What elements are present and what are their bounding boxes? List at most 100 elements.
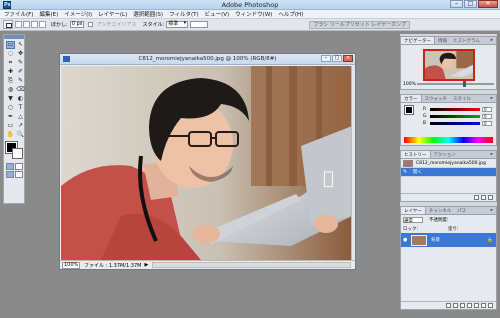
eraser-tool-icon[interactable]: ◍ [6,86,15,94]
menu-edit[interactable]: 編集(E) [39,10,58,18]
layer-background[interactable]: ● 背景 🔒 [401,233,496,247]
tab-channels[interactable]: チャンネル [426,207,454,214]
healing-brush-tool-icon[interactable]: ✚ [6,68,15,76]
lasso-tool-icon[interactable]: ◌ [6,50,15,58]
background-color-swatch[interactable] [12,148,23,159]
green-slider[interactable] [430,115,480,118]
history-state-open[interactable]: ✎ 開く [401,168,496,177]
tab-swatches[interactable]: スウォッチ [422,95,451,102]
blend-mode-select[interactable]: 通常 [403,216,423,224]
menu-help[interactable]: ヘルプ(H) [278,10,303,18]
status-menu-arrow-icon[interactable]: ▶ [144,262,148,268]
hand-tool-icon[interactable]: ✋ [6,131,15,139]
palette-well[interactable]: ブラシ ツールプリセット レイヤーカンプ [309,21,410,29]
menu-view[interactable]: ビュー(V) [205,10,230,18]
document-vertical-scrollbar[interactable] [351,66,355,260]
color-menu-icon[interactable]: ▸ [488,95,496,102]
dodge-tool-icon[interactable]: ◐ [16,95,25,103]
green-value-field[interactable]: 0 [482,114,492,119]
history-new-document-icon[interactable] [474,195,479,200]
subtract-selection-button[interactable] [31,21,38,28]
navigator-zoom-knob[interactable] [463,81,467,87]
history-brush-source-icon[interactable]: ✎ [403,169,407,175]
menu-filter[interactable]: フィルタ(T) [169,10,199,18]
layers-menu-icon[interactable]: ▸ [488,207,496,214]
tab-paths[interactable]: パス [454,207,469,214]
history-menu-icon[interactable]: ▸ [488,151,496,158]
history-delete-icon[interactable] [488,195,493,200]
zoom-level-field[interactable]: 100% [62,261,80,269]
marquee-tool-icon[interactable]: ▭ [6,41,15,49]
navigator-thumbnail[interactable] [423,49,475,81]
clone-stamp-tool-icon[interactable]: ⎘ [6,77,15,85]
color-panel-foreground-swatch[interactable] [404,105,414,115]
add-selection-button[interactable] [23,21,30,28]
red-slider[interactable] [430,108,480,111]
standard-mode-button[interactable] [6,163,14,170]
path-selection-tool-icon[interactable]: ○ [6,104,15,112]
blue-slider[interactable] [430,122,480,125]
menu-image[interactable]: イメージ(I) [64,10,92,18]
minimize-button[interactable]: – [450,0,463,8]
slice-tool-icon[interactable]: ✎ [16,59,25,67]
tab-actions[interactable]: アクション [431,151,459,158]
layer-mask-icon[interactable] [460,303,465,308]
crop-tool-icon[interactable]: ⌗ [6,59,15,67]
antialias-checkbox[interactable] [87,22,93,27]
feather-input[interactable]: 0 px [69,21,84,28]
tab-history[interactable]: ヒストリー [401,151,431,158]
blue-value-field[interactable]: 0 [482,121,492,126]
eyedropper-tool-icon[interactable]: ↗ [16,122,25,130]
type-tool-icon[interactable]: T [16,104,25,112]
menu-select[interactable]: 選択範囲(S) [133,10,163,18]
style-select[interactable]: 標準 [166,21,189,28]
blur-tool-icon[interactable]: ▼ [6,95,15,103]
history-snapshot[interactable]: C812_moromiejyanaika500.jpg [401,159,496,168]
intersect-selection-button[interactable] [39,21,46,28]
tab-styles[interactable]: スタイル [450,95,474,102]
document-canvas[interactable]:  [61,66,352,260]
adjustment-layer-icon[interactable] [474,303,479,308]
layer-style-icon[interactable] [453,303,458,308]
brush-tool-icon[interactable]: ✐ [16,68,25,76]
notes-tool-icon[interactable]: ▭ [6,122,15,130]
tab-navigator[interactable]: ナビゲーター [401,37,435,44]
tool-preset-picker[interactable] [3,20,13,29]
magic-wand-tool-icon[interactable]: ✥ [16,50,25,58]
color-spectrum-bar[interactable] [404,137,493,143]
screen-mode-standard-button[interactable] [6,171,14,178]
tab-histogram[interactable]: ヒストグラム [450,37,483,44]
history-new-snapshot-icon[interactable] [481,195,486,200]
shape-tool-icon[interactable]: △ [16,113,25,121]
delete-layer-icon[interactable] [488,303,493,308]
navigator-zoom-slider[interactable] [417,81,494,87]
close-button[interactable]: ✕ [478,0,498,8]
tab-info[interactable]: 情報 [435,37,450,44]
tab-color[interactable]: カラー [401,95,422,102]
tab-layers[interactable]: レイヤー [401,207,426,214]
menu-window[interactable]: ウィンドウ(W) [235,10,272,18]
quickmask-mode-button[interactable] [15,163,23,170]
menu-file[interactable]: ファイル(F) [4,10,33,18]
red-value-field[interactable]: 0 [482,107,492,112]
pen-tool-icon[interactable]: ✒ [6,113,15,121]
document-close-button[interactable]: ✕ [343,55,353,62]
move-tool-icon[interactable]: ↖ [16,41,25,49]
new-layer-icon[interactable] [481,303,486,308]
link-layers-icon[interactable] [446,303,451,308]
gradient-tool-icon[interactable]: ⌫ [16,86,25,94]
navigator-zoom-value[interactable]: 100% [403,82,417,87]
maximize-button[interactable]: □ [464,0,477,8]
document-titlebar[interactable]: C812_moromiejyanaika500.jpg @ 100% (RGB/… [60,54,355,65]
document-maximize-button[interactable]: □ [332,55,342,62]
new-group-icon[interactable] [467,303,472,308]
new-selection-button[interactable] [15,21,22,28]
history-brush-tool-icon[interactable]: ✎ [16,77,25,85]
layer-visibility-eye-icon[interactable]: ● [403,237,409,243]
menu-layer[interactable]: レイヤー(L) [98,10,127,18]
document-horizontal-scrollbar[interactable] [152,262,351,268]
document-minimize-button[interactable]: – [321,55,331,62]
width-field[interactable] [190,21,209,28]
screen-mode-full-button[interactable] [15,171,23,178]
zoom-tool-icon[interactable]: 🔍 [16,131,25,139]
